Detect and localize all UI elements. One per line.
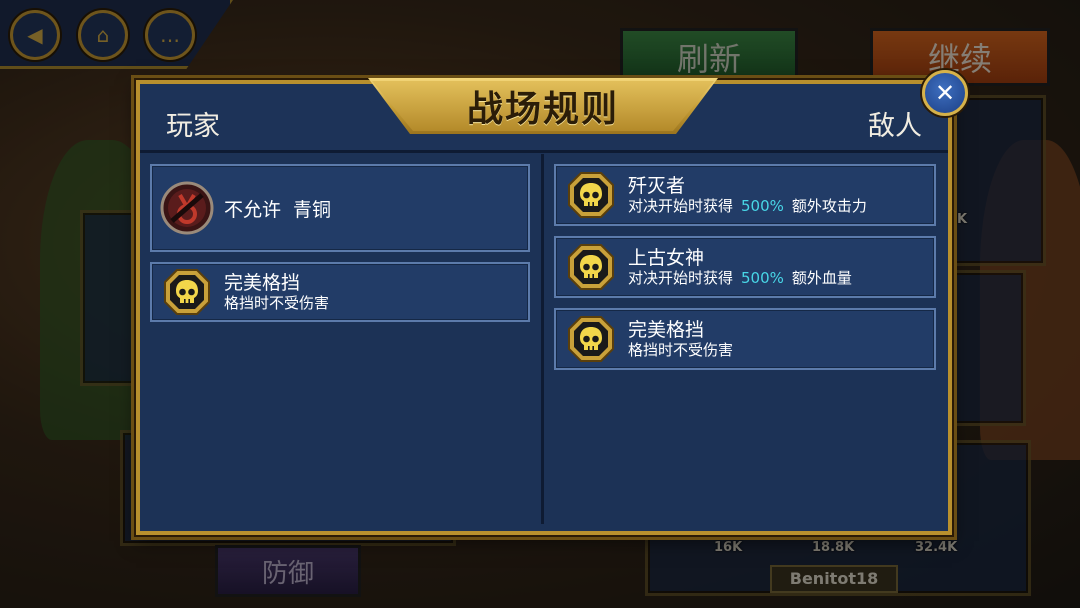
- rule-desc-prefix: 对决开始时获得: [628, 268, 734, 287]
- rule-highlight-value: 500%: [741, 268, 784, 287]
- enemy-rule-perfect-block: 完美格挡 格挡时不受伤害: [554, 308, 936, 370]
- skull-badge-icon: [564, 168, 618, 222]
- skull-badge-icon: [564, 240, 618, 294]
- player-rule-restriction: 不允许 青铜: [150, 164, 530, 252]
- rule-name: 歼灭者: [628, 174, 686, 197]
- close-icon: ✕: [934, 79, 956, 107]
- no-bronze-medal-icon: [160, 181, 214, 235]
- dialog-title-plate: 战场规则: [368, 78, 718, 134]
- rule-name: 上古女神: [628, 246, 705, 269]
- player-rules-list: 不允许 青铜 完美格挡 格挡时不受伤害: [150, 164, 530, 332]
- player-column-label: 玩家: [166, 111, 220, 142]
- rule-name: 完美格挡: [224, 271, 301, 294]
- rule-description: 格挡时不受伤害: [628, 340, 734, 359]
- rule-description: 对决开始时获得 500% 额外血量: [628, 269, 852, 288]
- dialog-title: 战场规则: [466, 89, 619, 130]
- rule-name: 完美格挡: [628, 318, 705, 341]
- restriction-label: 不允许: [224, 198, 282, 221]
- enemy-column-label: 敌人: [868, 111, 922, 142]
- rule-desc-prefix: 对决开始时获得: [628, 196, 734, 215]
- enemy-rules-list: 歼灭者 对决开始时获得 500% 额外攻击力 上古女神 对决开始时获得 500% 额外血…: [554, 164, 936, 380]
- rule-description: 对决开始时获得 500% 额外攻击力: [628, 197, 867, 216]
- battlefield-rules-dialog: 玩家 敌人 战场规则 ✕ 不允许 青铜 完美格挡 格挡时不受伤害 歼灭者 对决开…: [136, 70, 968, 535]
- enemy-rule-ancient-goddess: 上古女神 对决开始时获得 500% 额外血量: [554, 236, 936, 298]
- restriction-value: 青铜: [293, 198, 332, 221]
- rule-desc-suffix: 额外攻击力: [791, 196, 867, 215]
- player-rule-perfect-block: 完美格挡 格挡时不受伤害: [150, 262, 530, 322]
- close-button[interactable]: ✕: [922, 70, 968, 116]
- rule-description: 格挡时不受伤害: [224, 293, 330, 312]
- skull-badge-icon: [160, 265, 214, 319]
- column-divider: [541, 154, 544, 524]
- enemy-rule-annihilator: 歼灭者 对决开始时获得 500% 额外攻击力: [554, 164, 936, 226]
- skull-badge-icon: [564, 312, 618, 366]
- rule-highlight-value: 500%: [741, 196, 784, 215]
- rule-desc-suffix: 额外血量: [791, 268, 852, 287]
